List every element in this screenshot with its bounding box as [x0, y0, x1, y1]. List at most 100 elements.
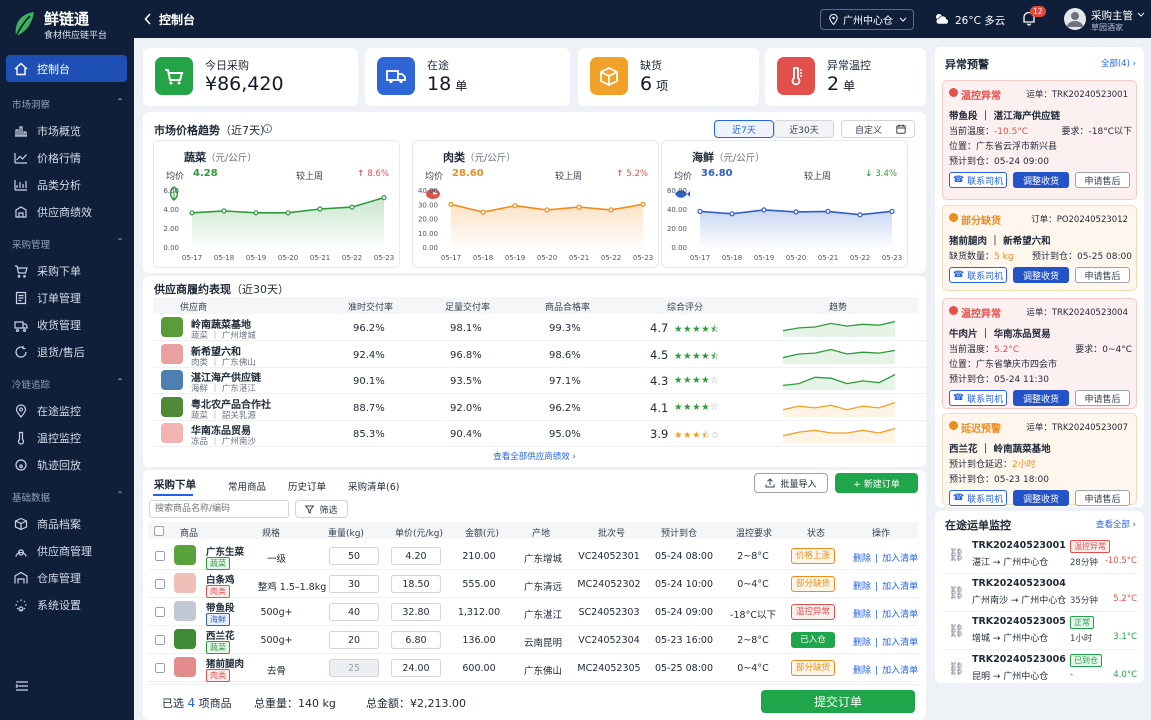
sidebar-group-1[interactable]: 采购管理 ⌃: [12, 237, 124, 251]
sidebar-item-1-1[interactable]: 订单管理: [6, 284, 127, 311]
notification-button[interactable]: 12: [1022, 6, 1046, 29]
row-checkbox[interactable]: [155, 607, 165, 617]
supplier-row[interactable]: 新希望六和 肉类 ｜ 广东佛山 92.4% 96.8% 98.6% 4.5 ★★★★⯪: [153, 341, 1061, 368]
price-chart-1[interactable]: 肉类（元/公斤） 均价 28.60 较上周 ↑ 5.2% 40.00 30.00 20.00 10…: [412, 140, 659, 268]
after-sales-button[interactable]: 申请售后: [1075, 267, 1130, 283]
product-search-field[interactable]: [150, 501, 280, 517]
weight-input[interactable]: 25: [329, 659, 379, 677]
row-checkbox[interactable]: [155, 579, 165, 589]
after-sales-button[interactable]: 申请售后: [1075, 490, 1130, 506]
transit-view-all-link[interactable]: 查看全部 ›: [1096, 518, 1136, 530]
tab-30-days[interactable]: 近30天: [774, 120, 834, 138]
transit-row[interactable]: ⛓ TRK20240523006 昆明 → 广州中心仓 已到仓 - 4.0°C: [942, 650, 1137, 688]
filter-button[interactable]: 筛选: [295, 500, 348, 518]
product-search-input[interactable]: [149, 500, 289, 518]
alerts-view-all-link[interactable]: 全部(4) ›: [1101, 57, 1136, 69]
contact-driver-button[interactable]: ☎ 联系司机: [949, 267, 1007, 283]
delete-link[interactable]: 删除: [853, 610, 871, 620]
price-chart-2[interactable]: 海鲜（元/公斤） 均价 36.80 较上周 ↓ 3.4% 60.00 40.00 20.00 0.…: [661, 140, 908, 268]
delete-link[interactable]: 删除: [853, 666, 871, 676]
row-checkbox[interactable]: [155, 635, 165, 645]
sidebar-group-3[interactable]: 基础数据 ⌃: [12, 490, 124, 504]
submit-order-button[interactable]: 提交订单: [761, 690, 915, 713]
avatar[interactable]: [1064, 8, 1086, 30]
sidebar-item-2-0[interactable]: 在途监控: [6, 397, 127, 424]
adjust-receiving-button[interactable]: 调整收货: [1013, 490, 1069, 506]
adjust-receiving-button[interactable]: 调整收货: [1013, 172, 1069, 188]
select-all-checkbox[interactable]: [154, 526, 164, 536]
supplier-row[interactable]: 粤北农产品合作社 蔬菜 ｜ 韶关乳源 88.7% 92.0% 96.2% 4.1 ★★★★☆: [153, 394, 1061, 421]
supplier-row[interactable]: 华南冻品贸易 冻品 ｜ 广州南沙 85.3% 90.4% 95.0% 3.9 ★★★⯪☆: [153, 420, 1061, 447]
kpi-card-out-of-stock[interactable]: 缺货 6 项: [578, 48, 759, 106]
tab-7-days[interactable]: 近7天: [714, 120, 774, 138]
sidebar-item-1-2[interactable]: 收货管理: [6, 311, 127, 338]
sidebar-item-1-3[interactable]: 退货/售后: [6, 338, 127, 365]
sidebar-item-0-0[interactable]: 市场概览: [6, 117, 127, 144]
alert-card[interactable]: 温控异常 运单：TRK20240523004 牛肉片 ｜ 华南冻品贸易 当前温度：5.…: [942, 298, 1137, 409]
transit-row[interactable]: ⛓ TRK20240523004 广州南沙 → 广州中心仓 35分钟 5.2°C: [942, 574, 1137, 612]
transit-row[interactable]: ⛓ TRK20240523005 增城 → 广州中心仓 正常 1小时 3.1°C: [942, 612, 1137, 650]
price-input[interactable]: 4.20: [391, 547, 441, 565]
order-row[interactable]: 猪前腿肉 肉类 去骨 25 24.00 600.00 广东佛山 MC24052305 05-25…: [148, 654, 918, 682]
back-arrow-icon[interactable]: [144, 13, 152, 25]
order-tab-1[interactable]: 常用商品: [228, 479, 266, 493]
sidebar-item-3-1[interactable]: 供应商管理: [6, 537, 127, 564]
supplier-row[interactable]: 岭南蔬菜基地 蔬菜 ｜ 广州增城 96.2% 98.1% 99.3% 4.7 ★★★★⯪: [153, 314, 1061, 341]
add-to-list-link[interactable]: 加入清单: [882, 554, 918, 564]
user-menu-chevron-icon[interactable]: [1137, 12, 1145, 17]
order-row[interactable]: 西兰花 蔬菜 500g+ 20 6.80 136.00 云南昆明 VC24052304 05-2…: [148, 626, 918, 654]
weight-input[interactable]: 20: [329, 631, 379, 649]
add-to-list-link[interactable]: 加入清单: [882, 610, 918, 620]
order-tab-2[interactable]: 历史订单: [288, 479, 326, 493]
sidebar-item-0-3[interactable]: 供应商绩效: [6, 198, 127, 225]
contact-driver-button[interactable]: ☎ 联系司机: [949, 390, 1007, 406]
add-to-list-link[interactable]: 加入清单: [882, 582, 918, 592]
price-input[interactable]: 6.80: [391, 631, 441, 649]
delete-link[interactable]: 删除: [853, 582, 871, 592]
order-row[interactable]: 白条鸡 肉类 整鸡 1.5–1.8kg 30 18.50 555.00 广东清远 MC2405…: [148, 570, 918, 598]
sidebar-item-1-0[interactable]: 采购下单: [6, 257, 127, 284]
user-name[interactable]: 采购主管: [1091, 8, 1133, 23]
price-chart-0[interactable]: 蔬菜（元/公斤） 均价 4.28 较上周 ↑ 8.6% 6.00 4.00 2.00 0.00 05…: [153, 140, 400, 268]
after-sales-button[interactable]: 申请售后: [1075, 390, 1130, 406]
sidebar-group-2[interactable]: 冷链追踪 ⌃: [12, 377, 124, 391]
price-input[interactable]: 24.00: [391, 659, 441, 677]
sidebar-item-0-2[interactable]: 品类分析: [6, 171, 127, 198]
contact-driver-button[interactable]: ☎ 联系司机: [949, 490, 1007, 506]
batch-import-button[interactable]: 批量导入: [754, 473, 828, 493]
sidebar-item-0-1[interactable]: 价格行情: [6, 144, 127, 171]
collapse-menu-icon[interactable]: [15, 680, 29, 692]
kpi-card-today-purchase[interactable]: 今日采购 ¥86,420: [143, 48, 358, 106]
supplier-col-header[interactable]: 供应商: [180, 300, 207, 313]
add-to-list-link[interactable]: 加入清单: [882, 638, 918, 648]
sidebar-group-0[interactable]: 市场洞察 ⌃: [12, 97, 124, 111]
sidebar-item-3-2[interactable]: 仓库管理: [6, 564, 127, 591]
after-sales-button[interactable]: 申请售后: [1075, 172, 1130, 188]
sidebar-item-3-3[interactable]: 系统设置: [6, 591, 127, 618]
weight-input[interactable]: 50: [329, 547, 379, 565]
alert-card[interactable]: 延迟预警 运单：TRK20240523007 西兰花 ｜ 岭南蔬菜基地 预计到仓延迟：…: [942, 413, 1137, 506]
contact-driver-button[interactable]: ☎ 联系司机: [949, 172, 1007, 188]
adjust-receiving-button[interactable]: 调整收货: [1013, 267, 1069, 283]
brand[interactable]: 鲜链通 食材供应链平台: [12, 8, 132, 42]
order-tab-0[interactable]: 采购下单: [154, 477, 196, 492]
order-row[interactable]: 广东生菜 蔬菜 一级 50 4.20 210.00 广东增城 VC24052301 05-24 …: [148, 542, 918, 570]
row-checkbox[interactable]: [155, 551, 165, 561]
row-checkbox[interactable]: [155, 663, 165, 673]
order-tab-3[interactable]: 采购清单(6): [348, 479, 399, 493]
alert-card[interactable]: 部分缺货 订单：PO20240523012 猪前腿肉 ｜ 新希望六和 缺货数量：5 k…: [942, 205, 1137, 291]
delete-link[interactable]: 删除: [853, 554, 871, 564]
sidebar-item-dashboard[interactable]: 控制台: [6, 55, 127, 82]
transit-row[interactable]: ⛓ TRK20240523001 湛江 → 广州中心仓 温控异常 28分钟 -10.5°C: [942, 536, 1137, 574]
price-input[interactable]: 18.50: [391, 575, 441, 593]
view-all-suppliers-link[interactable]: 查看全部供应商绩效 ›: [143, 450, 926, 462]
price-input[interactable]: 32.80: [391, 603, 441, 621]
adjust-receiving-button[interactable]: 调整收货: [1013, 390, 1069, 406]
sidebar-item-3-0[interactable]: 商品档案: [6, 510, 127, 537]
supplier-row[interactable]: 湛江海产供应链 海鲜 ｜ 广东湛江 90.1% 93.5% 97.1% 4.3 ★★★★☆: [153, 367, 1061, 394]
weight-input[interactable]: 30: [329, 575, 379, 593]
custom-range-button[interactable]: 自定义: [841, 120, 915, 138]
order-row[interactable]: 带鱼段 海鲜 500g+ 40 32.80 1,312.00 广东湛江 SC24052303 0…: [148, 598, 918, 626]
add-to-list-link[interactable]: 加入清单: [882, 666, 918, 676]
delete-link[interactable]: 删除: [853, 638, 871, 648]
